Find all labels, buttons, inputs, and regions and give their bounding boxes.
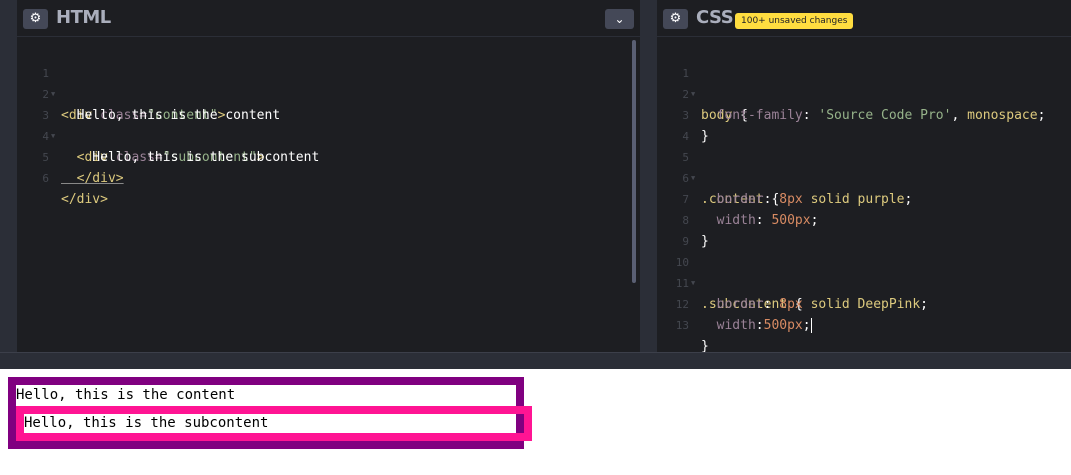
- code-line: 5 ▼ .content {: [657, 126, 1071, 207]
- code-line: 10 ▼ .subcontent {: [657, 231, 1071, 312]
- gear-icon: ⚙: [29, 11, 42, 26]
- gear-icon: ⚙: [669, 11, 682, 26]
- panel-resize-divider[interactable]: [645, 0, 657, 352]
- code-line: 3 }: [657, 84, 1071, 144]
- subcontent-text: Hello, this is the subcontent: [24, 415, 269, 431]
- css-code-area[interactable]: 1 ▼ body { 2 font-family: 'Source Code P…: [657, 42, 1071, 354]
- html-code-area[interactable]: 1 ▼ <div class="content"> 2 Hello, this …: [17, 42, 640, 207]
- unsaved-changes-badge: 100+ unsaved changes: [735, 13, 854, 29]
- code-line: 2 Hello, this is the content: [17, 63, 640, 123]
- chevron-down-icon: ⌄: [614, 12, 625, 26]
- code-line: 12 width:500px;: [657, 273, 1071, 333]
- code-line: 11 border: 8px solid DeepPink;: [657, 252, 1071, 312]
- code-line: 3 ▼ <div class="subcontent">: [17, 84, 640, 165]
- html-editor-panel: ⚙ HTML ⌄ 1 ▼ <div class="content"> 2 Hel…: [17, 0, 640, 352]
- code-line: 13 }: [657, 294, 1071, 354]
- code-line: 5 </div>: [17, 126, 640, 186]
- css-panel-header: ⚙ CSS 100+ unsaved changes: [657, 0, 1071, 37]
- css-settings-button[interactable]: ⚙: [663, 9, 688, 29]
- code-line: 6 border: 8px solid purple;: [657, 147, 1071, 207]
- html-collapse-button[interactable]: ⌄: [605, 9, 634, 29]
- code-line: 1 ▼ body {: [657, 42, 1071, 123]
- code-line: 7 width: 500px;: [657, 168, 1071, 228]
- line-number: 13: [675, 319, 689, 332]
- content-box: Hello, this is the content Hello, this i…: [8, 377, 532, 449]
- html-panel-header: ⚙ HTML ⌄: [17, 0, 640, 37]
- css-editor-panel: ⚙ CSS 100+ unsaved changes 1 ▼ body { 2 …: [657, 0, 1071, 354]
- code-line: 8 }: [657, 189, 1071, 249]
- html-settings-button[interactable]: ⚙: [23, 9, 48, 29]
- editor-area: ⚙ HTML ⌄ 1 ▼ <div class="content"> 2 Hel…: [0, 0, 1071, 354]
- code-line: 1 ▼ <div class="content">: [17, 42, 640, 123]
- css-panel-title: CSS: [696, 7, 734, 28]
- subcontent-box: Hello, this is the subcontent: [16, 406, 532, 441]
- line-number: 6: [42, 172, 49, 185]
- code-line: 4: [657, 105, 1071, 143]
- text-cursor: [810, 318, 812, 333]
- code-line: 9: [657, 210, 1071, 248]
- preview-resize-bar[interactable]: [0, 352, 1071, 369]
- code-line: 6 </div>: [17, 147, 640, 207]
- code-line: 4 Hello, this is the subcontent: [17, 105, 640, 165]
- code-line: 2 font-family: 'Source Code Pro', monosp…: [657, 63, 1071, 123]
- result-preview: Hello, this is the content Hello, this i…: [0, 369, 1071, 475]
- html-scrollbar[interactable]: [632, 40, 636, 283]
- html-panel-title: HTML: [56, 7, 111, 28]
- content-text: Hello, this is the content: [16, 387, 236, 403]
